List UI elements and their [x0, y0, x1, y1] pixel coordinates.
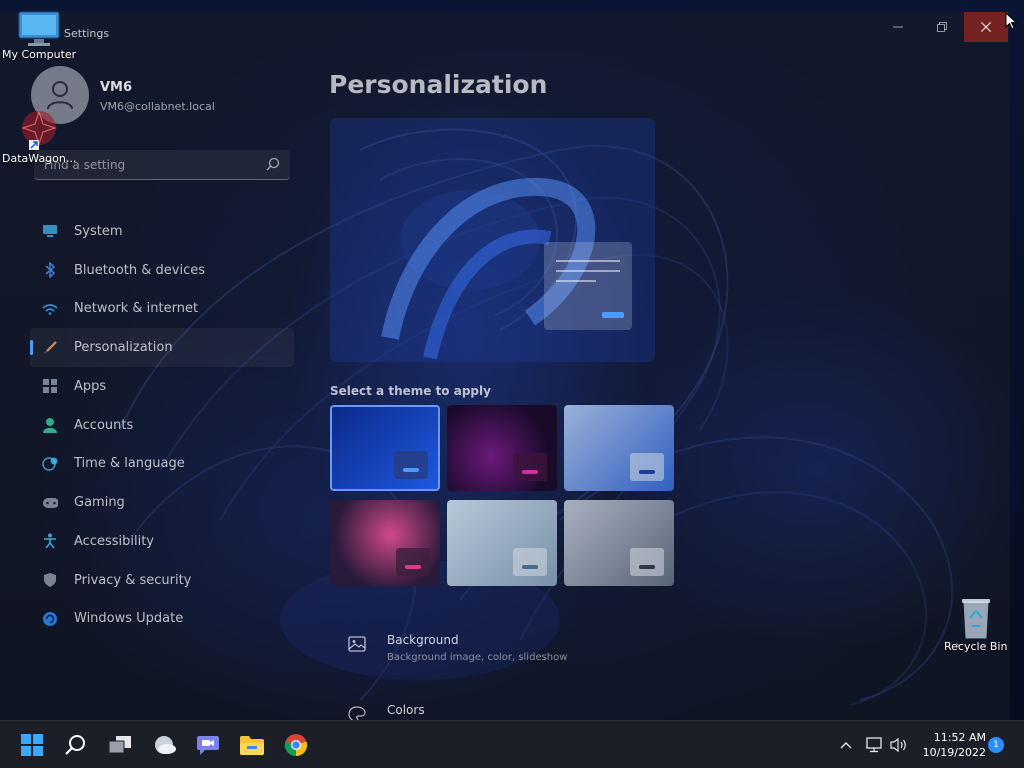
theme-option-windows-dark[interactable]	[330, 405, 440, 491]
shield-icon	[42, 572, 58, 588]
teams-chat-icon	[197, 736, 219, 755]
show-hidden-icons-button[interactable]	[836, 735, 856, 755]
sidebar-item-label: System	[74, 223, 123, 239]
preview-window-mock	[544, 242, 632, 330]
desktop-icon-label: My Computer	[2, 48, 77, 61]
colors-label: Colors	[387, 703, 425, 717]
sidebar-item-gaming[interactable]: Gaming	[30, 483, 294, 522]
clock-date: 10/19/2022	[922, 746, 986, 759]
theme-option-windows-light[interactable]	[564, 405, 674, 491]
sidebar-item-label: Accessibility	[74, 533, 154, 549]
sidebar-item-accessibility[interactable]: Accessibility	[30, 522, 294, 561]
person-icon	[42, 417, 58, 434]
sidebar-item-apps[interactable]: Apps	[30, 367, 294, 406]
search-icon	[266, 157, 280, 171]
globe-clock-icon	[42, 456, 58, 472]
computer-icon	[18, 11, 60, 46]
taskbar: 11:52 AM 10/19/2022 1	[0, 720, 1024, 768]
sidebar-item-label: Personalization	[74, 340, 173, 356]
desktop-icon-my-computer[interactable]: My Computer	[2, 10, 76, 61]
update-icon	[42, 611, 58, 627]
teams-chat-button[interactable]	[188, 727, 228, 763]
colors-setting-row[interactable]: Colors	[330, 688, 970, 720]
sidebar-item-label: Bluetooth & devices	[74, 262, 205, 278]
bluetooth-icon	[42, 262, 58, 279]
chevron-up-icon	[840, 742, 852, 749]
settings-window: Settings VM6 VM6@collabnet.local System	[0, 12, 1010, 720]
background-sublabel: Background image, color, slideshow	[387, 652, 568, 663]
mouse-cursor-icon	[1005, 12, 1017, 30]
accessibility-icon	[42, 533, 58, 549]
taskbar-clock[interactable]: 11:52 AM 10/19/2022	[914, 730, 986, 760]
volume-icon	[890, 737, 906, 753]
volume-tray-button[interactable]	[889, 735, 909, 755]
theme-option-flow[interactable]	[564, 500, 674, 586]
desktop-icon-recycle-bin[interactable]: Recycle Bin	[944, 596, 1007, 653]
background-label: Background	[387, 633, 459, 647]
monitor-icon	[42, 223, 58, 239]
apps-icon	[42, 378, 58, 394]
theme-heading: Select a theme to apply	[330, 384, 491, 398]
notification-badge[interactable]: 1	[988, 737, 1004, 753]
desktop-icon-label: Recycle Bin	[944, 640, 1008, 653]
sidebar-nav: System Bluetooth & devices Network & int…	[30, 212, 294, 638]
sidebar-item-personalization[interactable]: Personalization	[30, 328, 294, 367]
desktop-icon-label: DataWagon...	[2, 152, 77, 165]
theme-option-sunrise[interactable]	[447, 500, 557, 586]
background-setting-row[interactable]: Background Background image, color, slid…	[330, 618, 970, 676]
sidebar-item-label: Windows Update	[74, 611, 184, 627]
sidebar-item-accounts[interactable]: Accounts	[30, 406, 294, 445]
gamepad-icon	[42, 495, 58, 511]
brush-icon	[42, 340, 58, 356]
network-icon	[866, 737, 882, 753]
minimize-button[interactable]	[876, 12, 920, 42]
restore-button[interactable]	[920, 12, 964, 42]
clock-time: 11:52 AM	[933, 731, 986, 744]
weather-icon	[155, 736, 176, 754]
widgets-button[interactable]	[144, 727, 184, 763]
sidebar-item-label: Network & internet	[74, 301, 199, 317]
start-icon	[21, 734, 43, 756]
start-button[interactable]	[12, 727, 52, 763]
user-name: VM6	[100, 80, 133, 95]
minimize-icon	[893, 26, 903, 28]
sidebar-item-label: Time & language	[74, 456, 185, 472]
file-explorer-icon	[240, 736, 264, 755]
sidebar-item-bluetooth[interactable]: Bluetooth & devices	[30, 251, 294, 290]
desktop-icon-datawagon[interactable]: DataWagon...	[2, 108, 76, 165]
restore-icon	[937, 22, 947, 32]
file-explorer-button[interactable]	[232, 727, 272, 763]
wifi-icon	[42, 301, 58, 317]
sidebar-item-label: Apps	[74, 378, 107, 394]
user-email: VM6@collabnet.local	[100, 100, 215, 113]
page-title: Personalization	[329, 70, 548, 99]
sidebar-item-network[interactable]: Network & internet	[30, 290, 294, 329]
sidebar-item-windows-update[interactable]: Windows Update	[30, 600, 294, 639]
person-icon	[47, 81, 73, 110]
sidebar-item-system[interactable]: System	[30, 212, 294, 251]
sidebar-item-time-language[interactable]: Time & language	[30, 445, 294, 484]
chrome-icon	[284, 734, 308, 757]
chrome-button[interactable]	[276, 727, 316, 763]
recycle-bin-icon	[961, 599, 990, 639]
window-titlebar[interactable]: Settings	[0, 12, 1010, 46]
network-tray-button[interactable]	[864, 735, 884, 755]
datawagon-icon	[21, 110, 58, 150]
task-view-icon	[108, 736, 131, 754]
image-icon	[348, 636, 366, 652]
sidebar-item-label: Privacy & security	[74, 572, 192, 588]
sidebar-item-label: Gaming	[74, 495, 125, 511]
search-icon	[65, 735, 85, 755]
theme-option-glow[interactable]	[447, 405, 557, 491]
sidebar-item-label: Accounts	[74, 417, 134, 433]
task-view-button[interactable]	[100, 727, 140, 763]
close-icon	[981, 22, 991, 32]
theme-option-captured-motion[interactable]	[330, 500, 440, 586]
theme-preview	[330, 118, 655, 362]
sidebar-item-privacy[interactable]: Privacy & security	[30, 561, 294, 600]
palette-icon	[348, 706, 366, 720]
close-button[interactable]	[964, 12, 1008, 42]
taskbar-search-button[interactable]	[56, 727, 96, 763]
